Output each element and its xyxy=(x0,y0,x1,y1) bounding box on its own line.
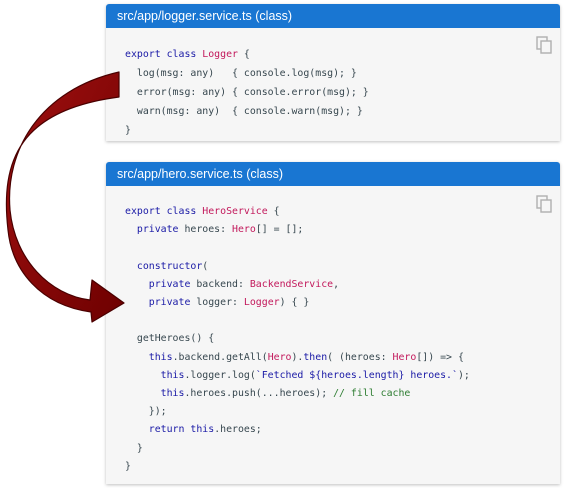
code-panel-logger: src/app/logger.service.ts (class) export… xyxy=(106,4,560,141)
code-line: constructor( xyxy=(136,260,209,272)
panel-title: src/app/hero.service.ts (class) xyxy=(106,162,560,186)
code-line: log(msg: any) { console.log(msg); } xyxy=(125,68,357,79)
code-line: getHeroes() { xyxy=(125,333,215,345)
code-line: } xyxy=(125,125,131,136)
code-line: }); xyxy=(125,406,167,418)
code-panel-hero: src/app/hero.service.ts (class) export c… xyxy=(106,162,560,484)
code-line: return this.heroes; xyxy=(148,424,262,436)
code-line: this.backend.getAll(Hero).then( (heroes:… xyxy=(148,351,464,363)
code-line: private logger: Logger) { } xyxy=(148,297,310,309)
code-line: } xyxy=(125,442,143,454)
code-line: this.heroes.push(...heroes); // fill cac… xyxy=(160,388,411,400)
code-line: private heroes: Hero[] = []; xyxy=(136,224,304,236)
code-block: export class Logger { log(msg: any) { co… xyxy=(125,45,369,140)
copy-icon[interactable] xyxy=(536,36,552,54)
code-block: export class HeroService { private heroe… xyxy=(125,203,470,476)
code-line: error(msg: any) { console.error(msg); } xyxy=(125,87,369,98)
code-line: private backend: BackendService, xyxy=(148,278,340,290)
code-line: } xyxy=(125,460,131,472)
code-line: warn(msg: any) { console.warn(msg); } xyxy=(125,106,363,117)
panel-title: src/app/logger.service.ts (class) xyxy=(106,4,560,28)
copy-icon[interactable] xyxy=(536,195,552,213)
code-line: this.logger.log(`Fetched ${heroes.length… xyxy=(160,369,470,381)
code-line: export class Logger { xyxy=(125,49,250,60)
code-line: export class HeroService { xyxy=(125,206,280,217)
